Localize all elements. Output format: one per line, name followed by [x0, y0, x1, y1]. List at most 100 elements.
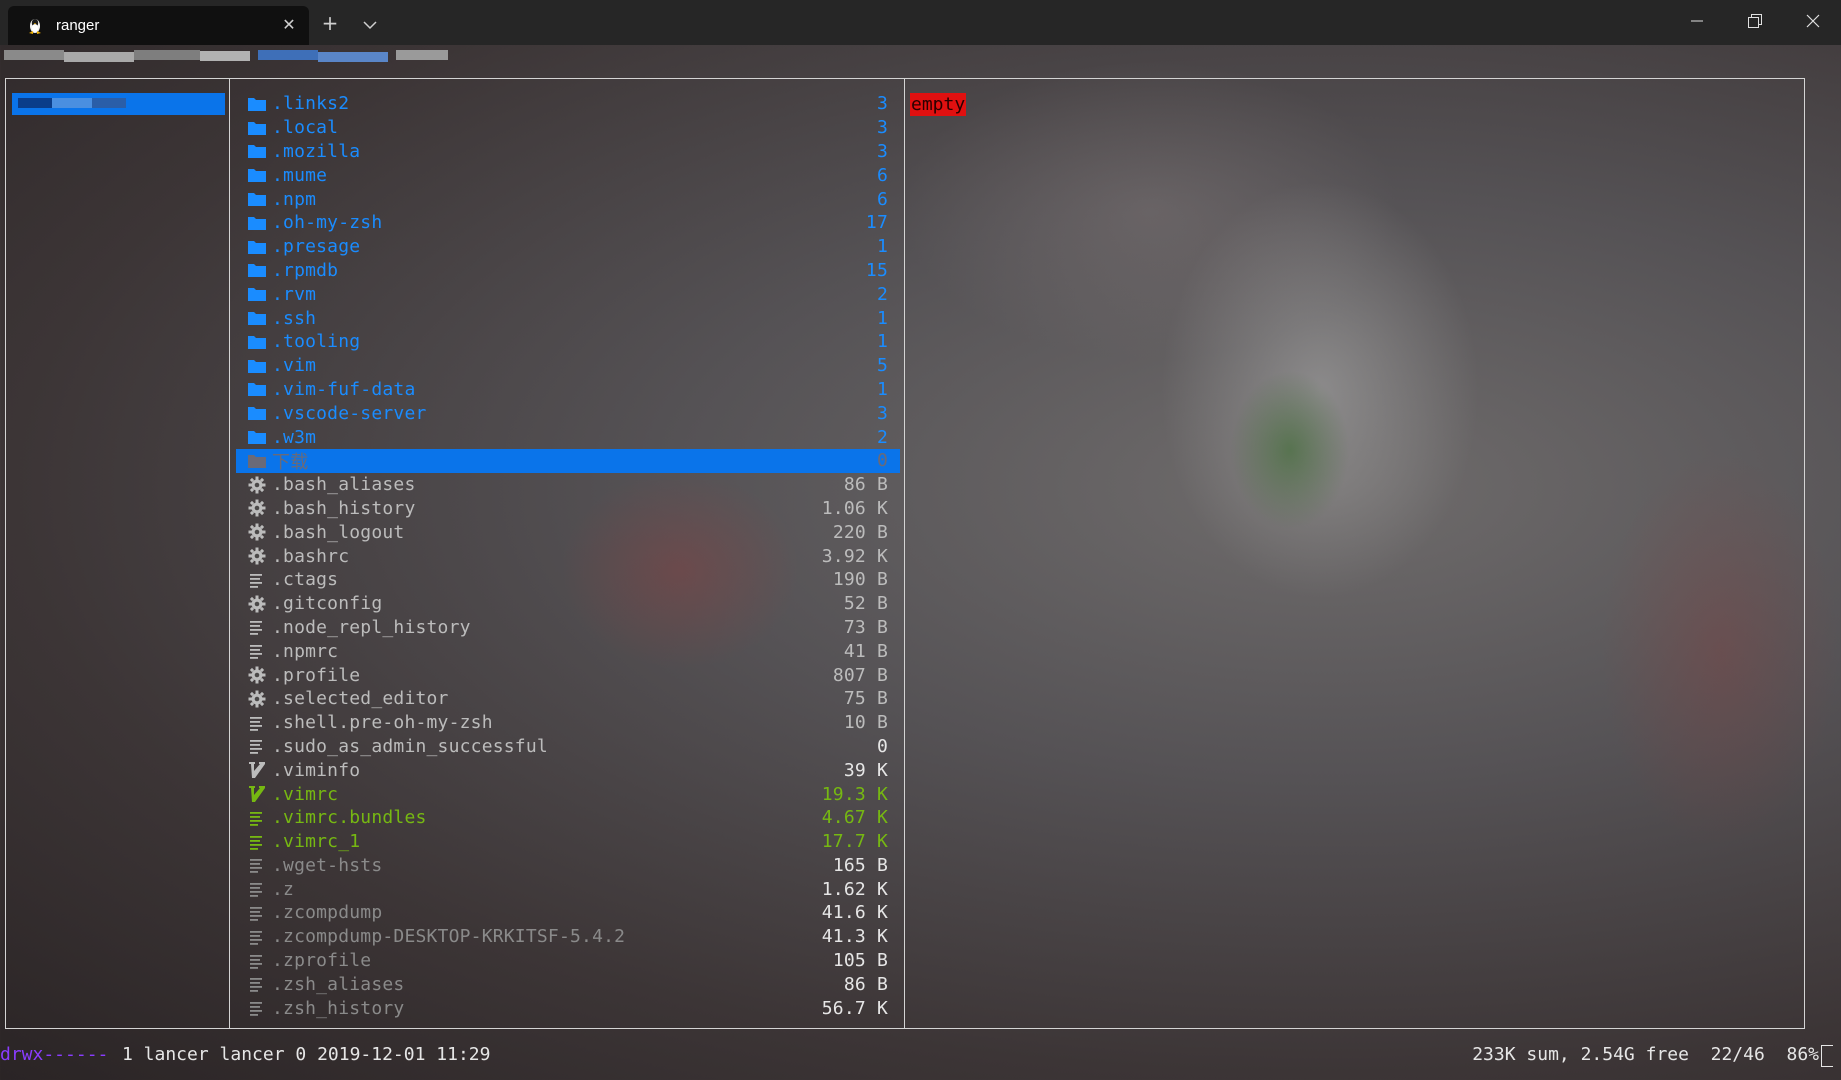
file-row[interactable]: .vimrc.bundles 4.67 K [236, 806, 900, 830]
file-name: .selected_editor [272, 688, 449, 710]
file-row[interactable]: .vimrc_1 17.7 K [236, 830, 900, 854]
directory-row[interactable]: .rpmdb 15 [236, 259, 900, 283]
column-separator [904, 78, 905, 1029]
new-tab-button[interactable]: + [316, 10, 344, 36]
file-row[interactable]: .zcompdump 41.6 K [236, 901, 900, 925]
file-name: .z [272, 878, 295, 900]
directory-row[interactable]: .oh-my-zsh 17 [236, 211, 900, 235]
terminal-tab[interactable]: ranger ✕ [8, 6, 309, 45]
file-row[interactable]: .zsh_history 56.7 K [236, 996, 900, 1020]
file-name: .tooling [272, 331, 361, 353]
gear-icon [246, 594, 268, 614]
gear-icon [246, 475, 268, 495]
file-name: .links2 [272, 93, 350, 115]
file-size: 3 [876, 93, 888, 115]
close-tab-button[interactable]: ✕ [279, 15, 299, 35]
restore-button[interactable] [1726, 0, 1784, 42]
file-name: .mozilla [272, 140, 361, 162]
directory-row[interactable]: .vscode-server 3 [236, 401, 900, 425]
file-name: .vim [272, 355, 317, 377]
directory-row[interactable]: .presage 1 [236, 235, 900, 259]
file-size: 56.7 K [821, 997, 888, 1019]
folder-icon [246, 427, 268, 447]
file-info: 1 lancer lancer 0 2019-12-01 11:29 [122, 1044, 491, 1065]
file-row[interactable]: .zcompdump-DESKTOP-KRKITSF-5.4.2 41.3 K [236, 925, 900, 949]
file-size: 220 B [832, 521, 888, 543]
file-size: 17.7 K [821, 831, 888, 853]
file-name: .ssh [272, 307, 317, 329]
file-name: .viminfo [272, 759, 361, 781]
file-name: .shell.pre-oh-my-zsh [272, 712, 493, 734]
file-row[interactable]: .bash_logout 220 B [236, 520, 900, 544]
file-size: 2 [876, 426, 888, 448]
file-size: 0 [876, 735, 888, 757]
parent-dir-selected[interactable] [12, 93, 225, 115]
file-name: .wget-hsts [272, 854, 383, 876]
file-name: .zcompdump-DESKTOP-KRKITSF-5.4.2 [272, 926, 626, 948]
directory-row[interactable]: .vim 5 [236, 354, 900, 378]
file-size: 41.6 K [821, 902, 888, 924]
gear-icon [246, 546, 268, 566]
file-row[interactable]: .bash_aliases 86 B [236, 473, 900, 497]
file-size: 3 [876, 140, 888, 162]
file-row[interactable]: .gitconfig 52 B [236, 592, 900, 616]
directory-row[interactable]: .mume 6 [236, 163, 900, 187]
file-row[interactable]: .bash_history 1.06 K [236, 497, 900, 521]
folder-icon [246, 213, 268, 233]
folder-icon [246, 165, 268, 185]
file-size: 3 [876, 402, 888, 424]
folder-icon [246, 451, 268, 471]
file-size: 5 [876, 355, 888, 377]
text-file-icon [246, 641, 268, 661]
file-row[interactable]: .node_repl_history 73 B [236, 616, 900, 640]
file-row[interactable]: .zsh_aliases 86 B [236, 972, 900, 996]
text-file-icon [246, 713, 268, 733]
file-name: .vimrc.bundles [272, 807, 427, 829]
directory-row[interactable]: .mozilla 3 [236, 140, 900, 164]
close-window-button[interactable] [1784, 0, 1841, 42]
directory-row[interactable]: .local 3 [236, 116, 900, 140]
file-name: .vimrc_1 [272, 831, 361, 853]
file-row[interactable]: .sudo_as_admin_successful 0 [236, 735, 900, 759]
file-row[interactable]: .shell.pre-oh-my-zsh 10 B [236, 711, 900, 735]
tab-dropdown-button[interactable] [356, 10, 384, 36]
directory-row[interactable]: .vim-fuf-data 1 [236, 378, 900, 402]
directory-row[interactable]: .links2 3 [236, 92, 900, 116]
folder-icon [246, 237, 268, 257]
file-name: .presage [272, 236, 361, 258]
directory-row[interactable]: .w3m 2 [236, 425, 900, 449]
directory-row[interactable]: .tooling 1 [236, 330, 900, 354]
file-row[interactable]: .npmrc 41 B [236, 639, 900, 663]
file-size: 105 B [832, 950, 888, 972]
file-name: .bash_history [272, 497, 416, 519]
minimize-button[interactable] [1668, 0, 1726, 42]
file-name: .vscode-server [272, 402, 427, 424]
folder-icon [246, 356, 268, 376]
file-name: .local [272, 117, 339, 139]
text-file-icon [246, 808, 268, 828]
title-bar: ranger ✕ + [0, 0, 1841, 45]
file-row[interactable]: .zprofile 105 B [236, 949, 900, 973]
file-row[interactable]: .ctags 190 B [236, 568, 900, 592]
chevron-down-icon [363, 21, 377, 30]
file-row[interactable]: .z 1.62 K [236, 877, 900, 901]
directory-row[interactable]: .npm 6 [236, 187, 900, 211]
file-size: 2 [876, 283, 888, 305]
file-name: .w3m [272, 426, 317, 448]
file-row[interactable]: .bashrc 3.92 K [236, 544, 900, 568]
directory-row[interactable]: .ssh 1 [236, 306, 900, 330]
file-row[interactable]: .selected_editor 75 B [236, 687, 900, 711]
directory-row[interactable]: .rvm 2 [236, 282, 900, 306]
vim-icon [246, 760, 268, 780]
file-row[interactable]: .profile 807 B [236, 663, 900, 687]
directory-row[interactable]: 下载 0 [236, 448, 900, 473]
file-name: .vim-fuf-data [272, 378, 416, 400]
text-file-icon [246, 570, 268, 590]
folder-icon [246, 284, 268, 304]
text-file-icon [246, 855, 268, 875]
file-size: 86 B [843, 973, 888, 995]
file-row[interactable]: .vimrc 19.3 K [236, 782, 900, 806]
file-name: .npmrc [272, 640, 339, 662]
file-row[interactable]: .viminfo 39 K [236, 758, 900, 782]
file-row[interactable]: .wget-hsts 165 B [236, 854, 900, 878]
